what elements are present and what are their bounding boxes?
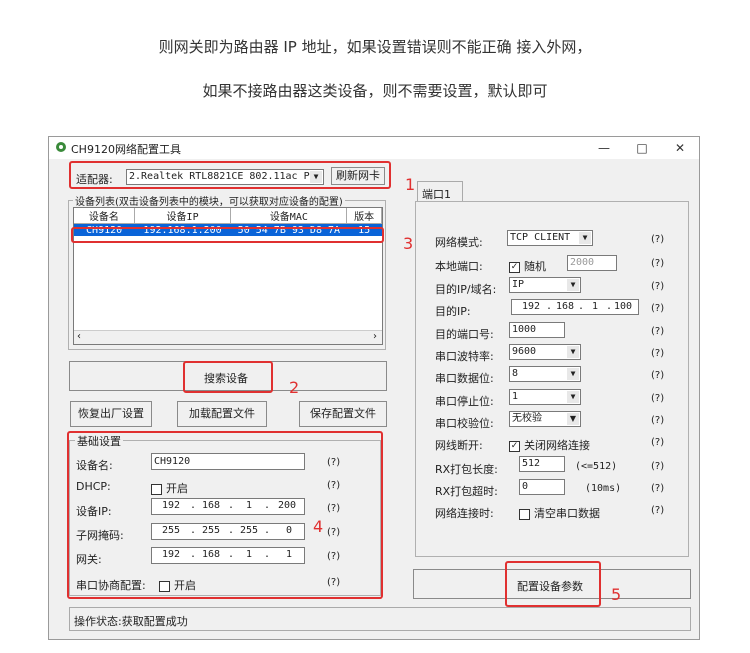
dest-port-input[interactable]: 1000: [509, 322, 565, 338]
maximize-button[interactable]: □: [627, 139, 657, 157]
random-port-checkbox[interactable]: ✓ 随机: [509, 258, 546, 274]
dest-ip-octet-2: 168: [556, 301, 575, 312]
annotation-1: 1: [405, 175, 416, 194]
chevron-down-icon: ▼: [567, 279, 579, 291]
rx-length-label: RX打包长度:: [435, 463, 498, 476]
clear-serial-option: 清空串口数据: [534, 507, 600, 520]
dest-ip-octet-1: 192: [522, 301, 541, 312]
scroll-right-icon[interactable]: ›: [373, 331, 377, 342]
data-bits-select[interactable]: 8 ▼: [509, 366, 581, 382]
stop-bits-select[interactable]: 1 ▼: [509, 389, 581, 405]
chevron-down-icon: ▼: [567, 368, 579, 380]
parity-value: 无校验: [512, 413, 542, 424]
help-dest-ip[interactable]: (?): [651, 303, 664, 314]
dest-port-label: 目的端口号:: [435, 328, 494, 341]
help-network-mode[interactable]: (?): [651, 234, 664, 245]
dest-ip-label: 目的IP:: [435, 305, 471, 318]
app-window: CH9120网络配置工具 — □ ✕ 适配器: 2.Realtek RTL882…: [48, 136, 700, 640]
help-stop-bits[interactable]: (?): [651, 393, 664, 404]
network-mode-label: 网络模式:: [435, 236, 483, 249]
dest-type-label: 目的IP/域名:: [435, 283, 497, 296]
tab-port1-label: 端口1: [422, 188, 451, 201]
help-parity[interactable]: (?): [651, 415, 664, 426]
doc-line-1: 则网关即为路由器 IP 地址，如果设置错误则不能正确 接入外网，: [158, 38, 592, 56]
on-connect-label: 网络连接时:: [435, 507, 494, 520]
help-rx-timeout[interactable]: (?): [651, 483, 664, 494]
factory-reset-button[interactable]: 恢复出厂设置: [70, 401, 152, 427]
device-table-header: 设备名 设备IP 设备MAC 版本: [74, 208, 382, 224]
chevron-down-icon: ▼: [567, 346, 579, 358]
dest-type-value: IP: [512, 279, 525, 290]
col-device-name[interactable]: 设备名: [74, 208, 135, 224]
col-device-mac[interactable]: 设备MAC: [230, 208, 348, 224]
help-cable-disconnect[interactable]: (?): [651, 437, 664, 448]
stop-bits-label: 串口停止位:: [435, 395, 494, 408]
col-version[interactable]: 版本: [346, 208, 382, 224]
annotation-3: 3: [403, 234, 414, 253]
help-on-connect[interactable]: (?): [651, 505, 664, 516]
help-dest-port[interactable]: (?): [651, 326, 664, 337]
highlight-box-2: [183, 361, 273, 393]
network-mode-select[interactable]: TCP CLIENT ▼: [507, 230, 593, 246]
checkmark-icon: ✓: [509, 440, 520, 452]
rx-length-input[interactable]: 512: [519, 456, 565, 472]
checkmark-icon: ✓: [509, 261, 520, 273]
rx-timeout-input[interactable]: 0: [519, 479, 565, 495]
rx-timeout-hint: (10ms): [585, 483, 622, 494]
cable-disconnect-label: 网线断开:: [435, 439, 483, 452]
rx-timeout-label: RX打包超时:: [435, 485, 498, 498]
clear-serial-checkbox[interactable]: 清空串口数据: [519, 505, 600, 521]
network-mode-value: TCP CLIENT: [510, 232, 571, 243]
dest-ip-input[interactable]: 192. 168. 1. 100: [511, 299, 639, 315]
help-local-port[interactable]: (?): [651, 258, 664, 269]
annotation-4: 4: [313, 517, 324, 536]
local-port-input[interactable]: 2000: [567, 255, 617, 271]
cable-disconnect-option: 关闭网络连接: [524, 439, 590, 452]
chevron-down-icon: ▼: [579, 232, 591, 244]
tab-port1[interactable]: 端口1: [417, 181, 463, 202]
local-port-label: 本地端口:: [435, 260, 483, 273]
cable-disconnect-checkbox[interactable]: ✓ 关闭网络连接: [509, 437, 590, 453]
help-dest-type[interactable]: (?): [651, 281, 664, 292]
random-port-option: 随机: [524, 260, 546, 273]
highlight-box-4: [67, 431, 383, 599]
help-data-bits[interactable]: (?): [651, 370, 664, 381]
status-bar: 操作状态:获取配置成功: [69, 607, 691, 631]
help-rx-length[interactable]: (?): [651, 461, 664, 472]
highlight-box-3: [71, 227, 384, 243]
baud-rate-label: 串口波特率:: [435, 350, 494, 363]
dest-ip-octet-4: 100: [614, 301, 633, 312]
data-bits-label: 串口数据位:: [435, 372, 494, 385]
scroll-left-icon[interactable]: ‹: [77, 331, 81, 342]
chevron-down-icon: ▼: [567, 391, 579, 403]
annotation-5: 5: [611, 585, 622, 604]
baud-rate-value: 9600: [512, 346, 537, 357]
parity-select[interactable]: 无校验 ▼: [509, 411, 581, 427]
help-baud-rate[interactable]: (?): [651, 348, 664, 359]
minimize-button[interactable]: —: [589, 139, 619, 157]
save-config-button[interactable]: 保存配置文件: [299, 401, 387, 427]
status-text: 操作状态:获取配置成功: [74, 615, 188, 628]
title-bar: CH9120网络配置工具 — □ ✕: [49, 137, 699, 159]
parity-label: 串口校验位:: [435, 417, 494, 430]
app-icon: [56, 142, 66, 152]
horizontal-scrollbar[interactable]: ‹ ›: [74, 330, 382, 344]
window-title: CH9120网络配置工具: [71, 143, 181, 156]
device-list-title: 设备列表(双击设备列表中的模块，可以获取对应设备的配置): [73, 193, 345, 208]
dest-ip-octet-3: 1: [592, 301, 599, 312]
rx-length-hint: (<=512): [575, 461, 618, 472]
annotation-2: 2: [289, 378, 300, 397]
checkbox-icon: [519, 508, 530, 520]
chevron-down-icon: ▼: [567, 413, 579, 425]
baud-rate-select[interactable]: 9600 ▼: [509, 344, 581, 360]
load-config-button[interactable]: 加载配置文件: [177, 401, 267, 427]
highlight-box-1: [69, 161, 391, 189]
dest-type-select[interactable]: IP ▼: [509, 277, 581, 293]
stop-bits-value: 1: [512, 391, 519, 402]
data-bits-value: 8: [512, 368, 519, 379]
doc-line-2: 如果不接路由器这类设备，则不需要设置，默认即可: [202, 82, 548, 100]
col-device-ip[interactable]: 设备IP: [134, 208, 232, 224]
highlight-box-5: [505, 561, 601, 607]
close-button[interactable]: ✕: [665, 139, 695, 157]
